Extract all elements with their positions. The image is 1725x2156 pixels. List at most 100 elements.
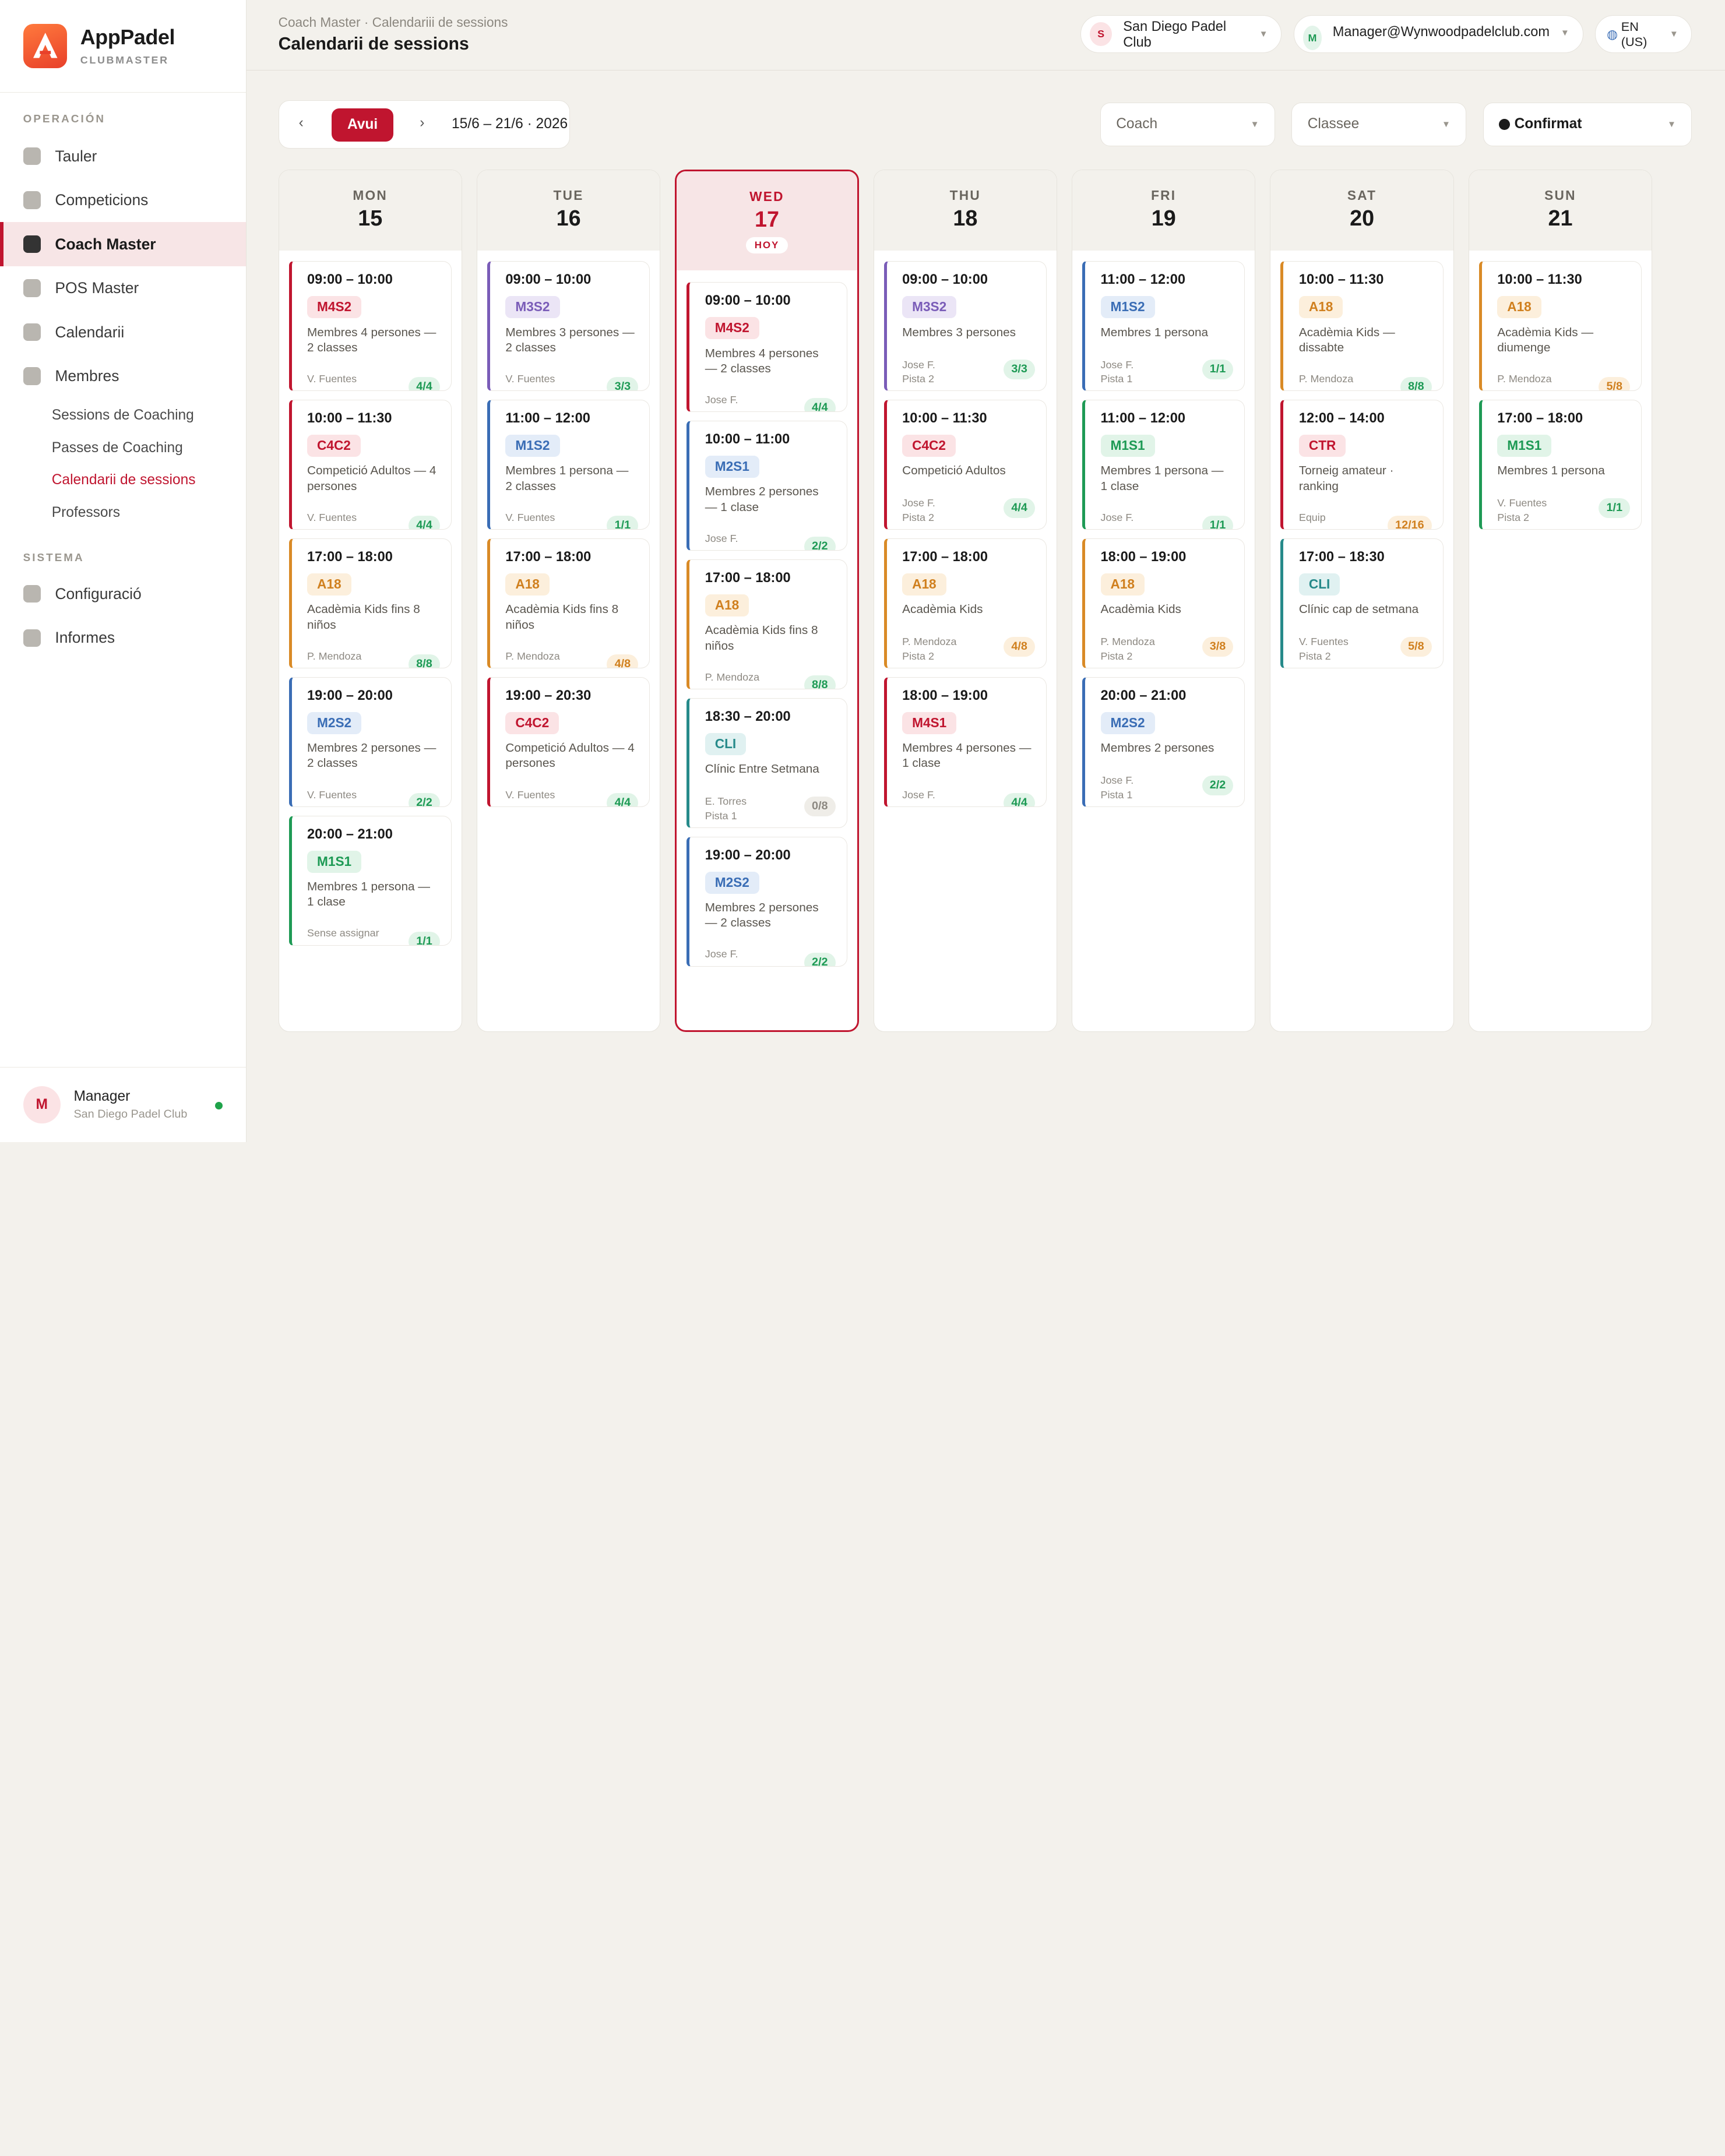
session-list: 10:00 – 11:30 A18 Acadèmia Kids — diumenge… xyxy=(1469,251,1652,530)
sidebar-item-informes[interactable]: Informes xyxy=(0,616,246,660)
session-card[interactable]: 09:00 – 10:00 M3S2 Membres 3 persones Jose … xyxy=(883,261,1047,392)
session-meta: Sense assignar xyxy=(307,926,379,940)
session-coach: Jose F. xyxy=(902,788,935,801)
session-coach: Jose F. xyxy=(705,948,738,960)
sidebar-item-configuraci-[interactable]: Configuració xyxy=(0,572,246,616)
session-description: Acadèmia Kids fins 8 niños xyxy=(705,623,818,653)
session-coach: V. Fuentes xyxy=(1497,497,1547,509)
account-selector[interactable]: M Manager@Wynwoodpadelclub.com ▼ xyxy=(1294,15,1583,53)
day-number: 15 xyxy=(358,205,383,230)
session-card[interactable]: 11:00 – 12:00 M1S2 Membres 1 persona Jose F… xyxy=(1082,261,1245,392)
session-description: Competició Adultos — 4 persones xyxy=(505,741,635,770)
session-meta: P. Mendoza xyxy=(1497,372,1551,386)
session-court: Pista 1 xyxy=(1100,373,1133,385)
session-card[interactable]: 11:00 – 12:00 M1S2 Membres 1 persona — 2 c… xyxy=(487,400,650,530)
sidebar-item-coach-master[interactable]: Coach Master xyxy=(0,222,246,266)
session-meta: Jose F. Pista 2 xyxy=(902,358,935,386)
session-card[interactable]: 17:00 – 18:30 CLI Clínic cap de setmana V. … xyxy=(1280,538,1444,668)
session-card[interactable]: 10:00 – 11:30 C4C2 Competició Adultos Jose … xyxy=(883,400,1047,530)
language-label: EN (US) xyxy=(1621,19,1647,49)
prev-week-button[interactable]: ‹ xyxy=(299,115,304,131)
sidebar-item-calendarii[interactable]: Calendarii xyxy=(0,310,246,354)
session-card[interactable]: 10:00 – 11:30 A18 Acadèmia Kids — diumenge… xyxy=(1478,261,1642,392)
session-description: Competició Adultos — 4 persones xyxy=(307,464,436,493)
sidebar-item-tauler[interactable]: Tauler xyxy=(0,134,246,178)
day-name: THU xyxy=(949,187,981,203)
capacity-badge: 5/8 xyxy=(1599,377,1631,391)
session-code-badge: CTR xyxy=(1298,435,1346,457)
page-title: Calendarii de sessions xyxy=(278,34,469,54)
session-code-badge: M3S2 xyxy=(902,296,957,319)
status-filter[interactable]: Confirmat ▼ xyxy=(1483,102,1692,147)
session-card[interactable]: 11:00 – 12:00 M1S1 Membres 1 persona — 1 c… xyxy=(1082,400,1245,530)
user-name: Manager xyxy=(73,1088,131,1104)
subnav-item-professors[interactable]: Professors xyxy=(0,496,246,529)
session-card[interactable]: 17:00 – 18:00 A18 Acadèmia Kids fins 8 niñ… xyxy=(487,538,650,668)
session-description: Acadèmia Kids fins 8 niños xyxy=(307,603,420,632)
sidebar-item-competicions[interactable]: Competicions xyxy=(0,178,246,223)
club-selector[interactable]: S San Diego Padel Club ▼ xyxy=(1080,15,1282,53)
today-badge: HOY xyxy=(745,237,788,253)
session-description: Competició Adultos xyxy=(902,464,1006,478)
session-code-badge: C4C2 xyxy=(307,435,361,457)
session-card[interactable]: 12:00 – 14:00 CTR Torneig amateur · rankin… xyxy=(1280,400,1444,530)
day-name: FRI xyxy=(1151,187,1177,203)
session-description: Acadèmia Kids xyxy=(902,603,983,616)
session-card[interactable]: 20:00 – 21:00 M1S1 Membres 1 persona — 1 c… xyxy=(288,815,452,946)
session-card[interactable]: 17:00 – 18:00 A18 Acadèmia Kids P. Mendoza P… xyxy=(883,538,1047,668)
session-code-badge: M1S1 xyxy=(307,850,362,873)
session-card[interactable]: 18:00 – 19:00 A18 Acadèmia Kids P. Mendoza P… xyxy=(1082,538,1245,668)
session-card[interactable]: 19:00 – 20:00 M2S2 Membres 2 persones — 2 … xyxy=(288,677,452,807)
session-card[interactable]: 19:00 – 20:00 M2S2 Membres 2 persones — 2 … xyxy=(687,836,847,967)
session-list: 09:00 – 10:00 M4S2 Membres 4 persones — 2 … xyxy=(677,270,857,967)
capacity-badge: 3/8 xyxy=(1202,636,1234,657)
session-card[interactable]: 09:00 – 10:00 M3S2 Membres 3 persones — 2 … xyxy=(487,261,650,392)
subnav-item-sessions-de-coaching[interactable]: Sessions de Coaching xyxy=(0,399,246,432)
classe-filter[interactable]: Classee ▼ xyxy=(1291,102,1467,147)
session-time: 17:00 – 18:30 xyxy=(1298,549,1385,565)
session-card[interactable]: 10:00 – 11:30 A18 Acadèmia Kids — dissabte… xyxy=(1280,261,1444,392)
session-description: Membres 3 persones — 2 classes xyxy=(505,325,635,354)
session-meta: Jose F. Pista 2 xyxy=(902,496,935,524)
session-card[interactable]: 10:00 – 11:00 M2S1 Membres 2 persones — 1 … xyxy=(687,421,847,551)
session-code-badge: A18 xyxy=(902,573,946,596)
day-header: THU 18 xyxy=(874,170,1057,251)
session-card[interactable]: 10:00 – 11:30 C4C2 Competició Adultos — 4 … xyxy=(288,400,452,530)
session-card[interactable]: 20:00 – 21:00 M2S2 Membres 2 persones Jose … xyxy=(1082,677,1245,807)
session-description: Clínic Entre Setmana xyxy=(705,762,819,776)
language-selector[interactable]: ◍ EN (US) ▼ xyxy=(1595,15,1692,53)
session-card[interactable]: 18:00 – 19:00 M4S1 Membres 4 persones — 1 … xyxy=(883,677,1047,807)
session-card[interactable]: 17:00 – 18:00 A18 Acadèmia Kids fins 8 niñ… xyxy=(288,538,452,668)
session-time: 18:30 – 20:00 xyxy=(705,708,791,724)
sidebar-item-pos-master[interactable]: POS Master xyxy=(0,266,246,311)
chevron-down-icon: ▼ xyxy=(1669,29,1678,39)
session-court: Pista 2 xyxy=(1497,511,1530,523)
next-week-button[interactable]: › xyxy=(420,115,424,131)
session-code-badge: C4C2 xyxy=(505,712,559,734)
session-card[interactable]: 17:00 – 18:00 A18 Acadèmia Kids fins 8 niñ… xyxy=(687,559,847,689)
session-coach: Equip xyxy=(1298,511,1326,523)
session-time: 10:00 – 11:30 xyxy=(307,410,392,426)
subnav-item-passes-de-coaching[interactable]: Passes de Coaching xyxy=(0,432,246,464)
day-name: SUN xyxy=(1544,187,1576,203)
session-card[interactable]: 18:30 – 20:00 CLI Clínic Entre Setmana E. T… xyxy=(687,697,847,828)
session-meta: P. Mendoza Pista 2 xyxy=(1101,635,1155,663)
coach-filter[interactable]: Coach ▼ xyxy=(1100,102,1275,147)
top-header: Coach Master · Calendariii de sessions C… xyxy=(246,0,1725,71)
user-profile[interactable]: M Manager San Diego Padel Club xyxy=(0,1067,246,1142)
session-card[interactable]: 09:00 – 10:00 M4S2 Membres 4 persones — 2 … xyxy=(288,261,452,392)
day-header: SAT 20 xyxy=(1270,170,1453,251)
session-card[interactable]: 09:00 – 10:00 M4S2 Membres 4 persones — 2 … xyxy=(687,282,847,413)
today-button[interactable]: Avui xyxy=(332,108,393,142)
session-card[interactable]: 17:00 – 18:00 M1S1 Membres 1 persona V. Fue… xyxy=(1478,400,1642,530)
session-meta: P. Mendoza Pista 2 xyxy=(902,635,956,663)
nav-icon xyxy=(23,629,41,647)
session-time: 11:00 – 12:00 xyxy=(505,410,590,426)
app-root: AppPadel CLUBMASTER OPERACIÓN Tauler Comp… xyxy=(0,0,1725,1142)
session-card[interactable]: 19:00 – 20:30 C4C2 Competició Adultos — 4 … xyxy=(487,677,650,807)
coach-filter-label: Coach xyxy=(1116,116,1158,132)
day-number: 19 xyxy=(1151,205,1176,230)
subnav-item-calendarii-de-sessions[interactable]: Calendarii de sessions xyxy=(0,464,246,497)
session-code-badge: C4C2 xyxy=(902,435,956,457)
sidebar-item-membres[interactable]: Membres xyxy=(0,354,246,399)
